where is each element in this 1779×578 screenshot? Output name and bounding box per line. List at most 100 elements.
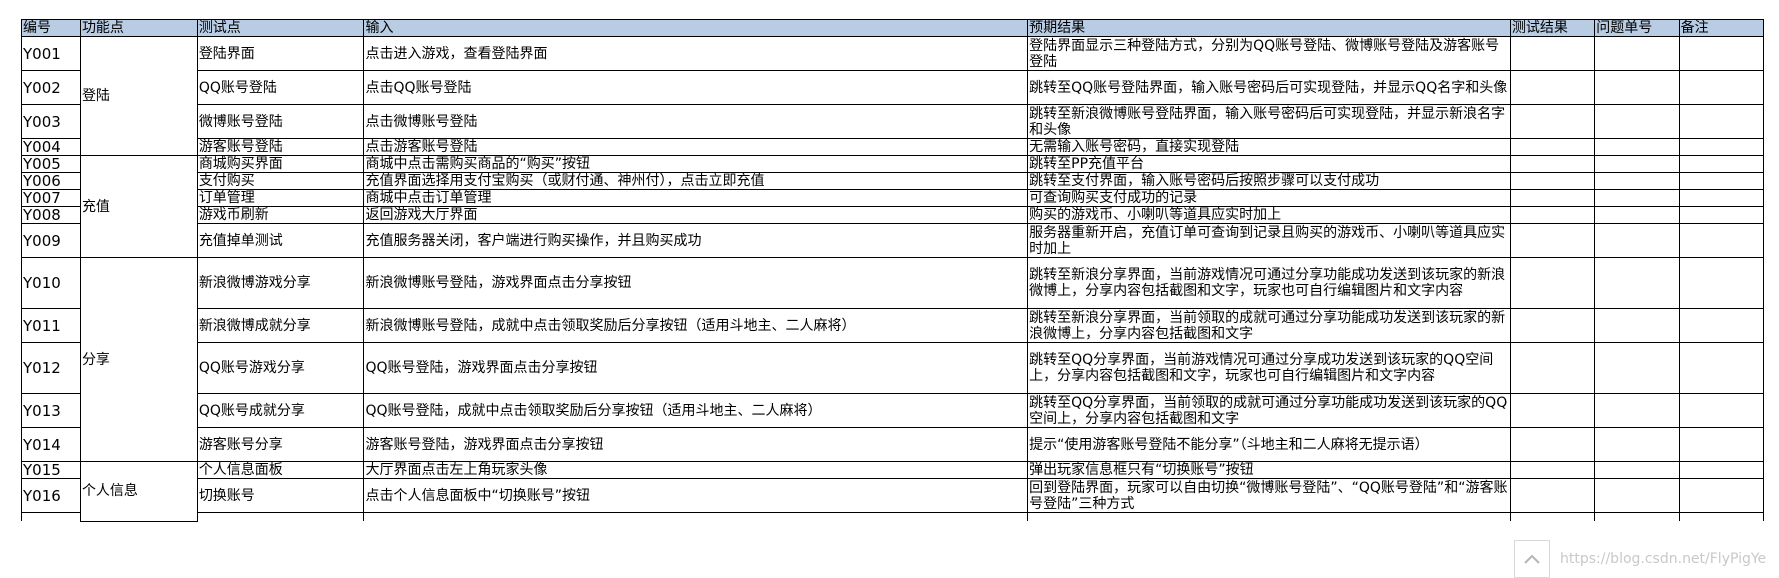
cell-test-point: 充值掉单测试: [196, 223, 365, 258]
cell-input: 商城中点击需购买商品的“购买”按钮: [363, 155, 1029, 173]
cell-issue-no: [1594, 342, 1680, 394]
cell-notes: [1678, 393, 1765, 428]
cell-input: 商城中点击订单管理: [363, 189, 1029, 207]
cell-input: 新浪微博账号登陆，成就中点击领取奖励后分享按钮（适用斗地主、二人麻将）: [363, 308, 1029, 343]
cell-test-point: 商城购买界面: [196, 155, 365, 173]
table-row: Y001 登陆 登陆界面 点击进入游戏，查看登陆界面 登陆界面显示三种登陆方式，…: [21, 36, 1765, 156]
cell-test-point: 支付购买: [196, 172, 365, 190]
cell-test-point: 登陆界面: [196, 36, 365, 71]
cell-issue-no: [1594, 512, 1680, 521]
cell-test-result: [1509, 70, 1596, 105]
cell-issue-no: [1594, 223, 1680, 258]
header-expected: 预期结果: [1027, 19, 1511, 37]
cell-feature: 分享: [79, 257, 198, 462]
cell-test-result: [1509, 172, 1596, 190]
cell-id: Y009: [21, 223, 81, 258]
cell-id: Y008: [21, 206, 81, 224]
cell-input: 点击进入游戏，查看登陆界面: [363, 36, 1029, 71]
cell-test-result: [1509, 257, 1596, 309]
cell-test-result: [1509, 155, 1596, 173]
cell-test-point: 游客账号登陆: [196, 138, 365, 156]
cell-expected: 跳转至新浪微博账号登陆界面，输入账号密码后可实现登陆，并显示新浪名字和头像: [1027, 104, 1511, 139]
header-test-result: 测试结果: [1509, 19, 1596, 37]
cell-id: Y007: [21, 189, 81, 207]
table-row: Y016 切换账号 点击个人信息面板中“切换账号”按钮 回到登陆界面，玩家可以自…: [21, 478, 1765, 513]
cell-test-point: 订单管理: [196, 189, 365, 207]
cell-issue-no: [1594, 257, 1680, 309]
cell-test-point: 微博账号登陆: [196, 104, 365, 139]
cell-notes: [1678, 206, 1765, 224]
cell-test-result: [1509, 342, 1596, 394]
cell-input: 点击游客账号登陆: [363, 138, 1029, 156]
cell-issue-no: [1594, 70, 1680, 105]
header-input: 输入: [363, 19, 1029, 37]
chevron-up-icon: [1524, 554, 1540, 564]
table-row: Y008 游戏币刷新 返回游戏大厅界面 购买的游戏币、小喇叭等道具应实时加上: [21, 206, 1765, 224]
cell-input: 点击微博账号登陆: [363, 104, 1029, 139]
cell-issue-no: [1594, 308, 1680, 343]
cell-test-result: [1509, 138, 1596, 156]
cell-issue-no: [1594, 104, 1680, 139]
cell-test-point: 个人信息面板: [196, 461, 365, 479]
cell-id: Y015: [21, 461, 81, 479]
cell-test-result: [1509, 478, 1596, 513]
cell-expected: 跳转至支付界面，输入账号密码后按照步骤可以支付成功: [1027, 172, 1511, 190]
cell-notes: [1678, 342, 1765, 394]
cell-expected: 跳转至PP充值平台: [1027, 155, 1511, 173]
test-case-table: 编号 功能点 测试点 输入 预期结果 测试结果 问题单号 备注 Y001 登陆 …: [21, 19, 1765, 522]
cell-issue-no: [1594, 189, 1680, 207]
table-row: [21, 512, 1765, 521]
cell-input: 新浪微博账号登陆，游戏界面点击分享按钮: [363, 257, 1029, 309]
cell-feature: 个人信息: [79, 461, 198, 522]
cell-issue-no: [1594, 461, 1680, 479]
table-row: Y014 游客账号分享 游客账号登陆，游戏界面点击分享按钮 提示“使用游客账号登…: [21, 427, 1765, 462]
cell-issue-no: [1594, 427, 1680, 462]
cell-test-result: [1509, 36, 1596, 71]
cell-test-result: [1509, 308, 1596, 343]
header-row: 编号 功能点 测试点 输入 预期结果 测试结果 问题单号 备注: [21, 19, 1765, 37]
cell-expected: [1027, 512, 1511, 521]
cell-test-point: 游客账号分享: [196, 427, 365, 462]
table-row: Y006 支付购买 充值界面选择用支付宝购买（或财付通、神州付），点击立即充值 …: [21, 172, 1765, 190]
cell-notes: [1678, 512, 1765, 521]
cell-input: 返回游戏大厅界面: [363, 206, 1029, 224]
cell-notes: [1678, 461, 1765, 479]
table-row: Y003 微博账号登陆 点击微博账号登陆 跳转至新浪微博账号登陆界面，输入账号密…: [21, 104, 1765, 139]
table-row: Y004 游客账号登陆 点击游客账号登陆 无需输入账号密码，直接实现登陆: [21, 138, 1765, 156]
cell-notes: [1678, 257, 1765, 309]
cell-test-result: [1509, 427, 1596, 462]
table-row: Y009 充值掉单测试 充值服务器关闭，客户端进行购买操作，并且购买成功 服务器…: [21, 223, 1765, 258]
cell-input: QQ账号登陆，成就中点击领取奖励后分享按钮（适用斗地主、二人麻将）: [363, 393, 1029, 428]
header-test-point: 测试点: [196, 19, 365, 37]
header-issue-no: 问题单号: [1594, 19, 1680, 37]
cell-id: Y003: [21, 104, 81, 139]
cell-id: Y001: [21, 36, 81, 71]
scroll-to-top-button[interactable]: [1514, 540, 1550, 578]
cell-id: Y006: [21, 172, 81, 190]
cell-expected: 跳转至QQ分享界面，当前游戏情况可通过分享成功发送到该玩家的QQ空间上，分享内容…: [1027, 342, 1511, 394]
cell-test-result: [1509, 393, 1596, 428]
cell-notes: [1678, 172, 1765, 190]
cell-input: 充值服务器关闭，客户端进行购买操作，并且购买成功: [363, 223, 1029, 258]
cell-input: 充值界面选择用支付宝购买（或财付通、神州付），点击立即充值: [363, 172, 1029, 190]
cell-test-point: 切换账号: [196, 478, 365, 513]
cell-notes: [1678, 36, 1765, 71]
cell-test-point: 游戏币刷新: [196, 206, 365, 224]
cell-test-result: [1509, 223, 1596, 258]
table-row: Y010 分享 新浪微博游戏分享 新浪微博账号登陆，游戏界面点击分享按钮 跳转至…: [21, 257, 1765, 462]
cell-test-result: [1509, 104, 1596, 139]
cell-test-result: [1509, 206, 1596, 224]
cell-notes: [1678, 155, 1765, 173]
cell-input: QQ账号登陆，游戏界面点击分享按钮: [363, 342, 1029, 394]
cell-id: Y010: [21, 257, 81, 309]
cell-notes: [1678, 308, 1765, 343]
cell-expected: 跳转至新浪分享界面，当前游戏情况可通过分享功能成功发送到该玩家的新浪微博上，分享…: [1027, 257, 1511, 309]
cell-issue-no: [1594, 478, 1680, 513]
cell-notes: [1678, 478, 1765, 513]
cell-test-point: 新浪微博成就分享: [196, 308, 365, 343]
cell-test-result: [1509, 512, 1596, 521]
cell-notes: [1678, 223, 1765, 258]
cell-expected: 服务器重新开启，充值订单可查询到记录且购买的游戏币、小喇叭等道具应实时加上: [1027, 223, 1511, 258]
header-feature: 功能点: [79, 19, 198, 37]
cell-issue-no: [1594, 393, 1680, 428]
